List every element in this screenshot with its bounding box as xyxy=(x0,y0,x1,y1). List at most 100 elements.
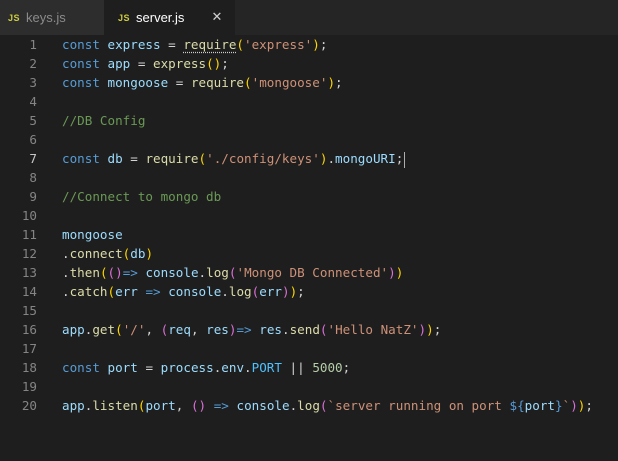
code-token: , xyxy=(145,322,161,337)
code-token: console xyxy=(236,398,290,413)
code-token: ) xyxy=(327,75,336,90)
code-line[interactable]: 10 xyxy=(0,206,618,225)
code-text: //Connect to mongo db xyxy=(62,187,221,206)
tab-keys-js[interactable]: JS keys.js xyxy=(0,0,104,35)
code-token: const xyxy=(62,56,100,71)
code-token: mongoose xyxy=(107,75,169,90)
code-token: 'express' xyxy=(244,37,313,52)
code-editor[interactable]: 1 const express = require('express'); 2 con… xyxy=(0,35,618,461)
code-text: .then(()=> console.log('Mongo DB Connect… xyxy=(62,263,403,282)
line-number: 13 xyxy=(21,265,37,280)
code-token: env xyxy=(221,360,245,375)
code-token: express xyxy=(107,37,161,52)
code-token: //Connect to mongo db xyxy=(62,189,222,204)
code-token: 'mongoose' xyxy=(251,75,328,90)
code-token: . xyxy=(198,265,207,280)
code-text: const express = require('express'); xyxy=(62,35,327,54)
code-token: ; xyxy=(342,360,351,375)
code-token: port xyxy=(107,360,138,375)
code-token: ( xyxy=(244,75,252,90)
code-line[interactable]: 16 app.get('/', (req, res)=> res.send('He… xyxy=(0,320,618,339)
code-token: connect xyxy=(69,246,123,261)
code-token: require xyxy=(190,75,245,90)
code-token: ) xyxy=(426,322,434,337)
code-line[interactable]: 8 xyxy=(0,168,618,187)
code-line[interactable]: 15 xyxy=(0,301,618,320)
code-text: .catch(err => console.log(err)); xyxy=(62,282,305,301)
code-token: } xyxy=(555,398,563,413)
code-token: ; xyxy=(335,75,343,90)
code-line[interactable]: 2 const app = express(); xyxy=(0,54,618,73)
code-token: 5000 xyxy=(312,360,343,375)
text-cursor xyxy=(404,151,406,168)
code-line[interactable]: 19 xyxy=(0,377,618,396)
code-line[interactable]: 18 const port = process.env.PORT || 5000; xyxy=(0,358,618,377)
tab-bar: JS keys.js JS server.js ✕ xyxy=(0,0,618,35)
code-line[interactable]: 6 xyxy=(0,130,618,149)
code-token: require xyxy=(183,37,237,52)
code-token: ; xyxy=(585,398,593,413)
code-token: ${ xyxy=(509,398,525,413)
code-token: . xyxy=(244,360,252,375)
tab-server-js[interactable]: JS server.js ✕ xyxy=(104,0,235,35)
line-number: 14 xyxy=(21,284,37,299)
code-text: mongoose xyxy=(62,225,123,244)
code-token: res xyxy=(206,322,229,337)
code-token: then xyxy=(69,265,100,280)
code-token: ) xyxy=(395,265,404,280)
code-token: log xyxy=(206,265,229,280)
code-token: get xyxy=(92,322,116,337)
code-token: => xyxy=(145,284,161,299)
line-number: 18 xyxy=(21,360,37,375)
line-number: 9 xyxy=(29,189,37,204)
code-line[interactable]: 7 const db = require('./config/keys').mon… xyxy=(0,149,618,168)
code-token: const xyxy=(62,75,100,90)
code-token: send xyxy=(289,322,320,337)
code-token: ( xyxy=(236,37,245,52)
code-line[interactable]: 20 app.listen(port, () => console.log(`se… xyxy=(0,396,618,415)
code-line[interactable]: 13 .then(()=> console.log('Mongo DB Conne… xyxy=(0,263,618,282)
code-token: => xyxy=(213,398,229,413)
code-token: err xyxy=(259,284,282,299)
javascript-file-icon: JS xyxy=(118,12,131,23)
tab-label: server.js xyxy=(136,10,185,25)
code-line[interactable]: 4 xyxy=(0,92,618,111)
line-number: 7 xyxy=(29,151,37,166)
code-token: ) xyxy=(388,265,396,280)
code-line[interactable]: 12 .connect(db) xyxy=(0,244,618,263)
code-token: ( xyxy=(319,322,328,337)
code-token: listen xyxy=(92,398,138,413)
code-token: = xyxy=(137,360,161,375)
code-line[interactable]: 9 //Connect to mongo db xyxy=(0,187,618,206)
code-line[interactable]: 17 xyxy=(0,339,618,358)
code-line[interactable]: 3 const mongoose = require('mongoose'); xyxy=(0,73,618,92)
code-token: '/' xyxy=(122,322,146,337)
line-number: 15 xyxy=(21,303,37,318)
code-token: . xyxy=(62,265,70,280)
code-text: .connect(db) xyxy=(62,244,153,263)
line-number: 12 xyxy=(21,246,37,261)
code-line[interactable]: 1 const express = require('express'); xyxy=(0,35,618,54)
code-token: 'Mongo DB Connected' xyxy=(236,265,389,280)
code-line[interactable]: 11 mongoose xyxy=(0,225,618,244)
code-line[interactable]: 5 //DB Config xyxy=(0,111,618,130)
code-token: . xyxy=(221,284,229,299)
code-token: PORT xyxy=(251,360,282,375)
code-token: ; xyxy=(319,37,328,52)
line-number: 19 xyxy=(21,379,37,394)
code-token: . xyxy=(281,322,290,337)
code-text: const port = process.env.PORT || 5000; xyxy=(62,358,350,377)
code-text: const app = express(); xyxy=(62,54,229,73)
code-token: ) xyxy=(312,37,320,52)
line-number: 11 xyxy=(21,227,37,242)
code-token: log xyxy=(228,284,252,299)
code-token: ) xyxy=(570,398,578,413)
code-token: ; xyxy=(395,151,404,166)
code-token: app xyxy=(62,398,85,413)
close-icon[interactable]: ✕ xyxy=(209,9,225,25)
code-token: console xyxy=(168,284,222,299)
code-line[interactable]: 14 .catch(err => console.log(err)); xyxy=(0,282,618,301)
line-number: 17 xyxy=(21,341,37,356)
